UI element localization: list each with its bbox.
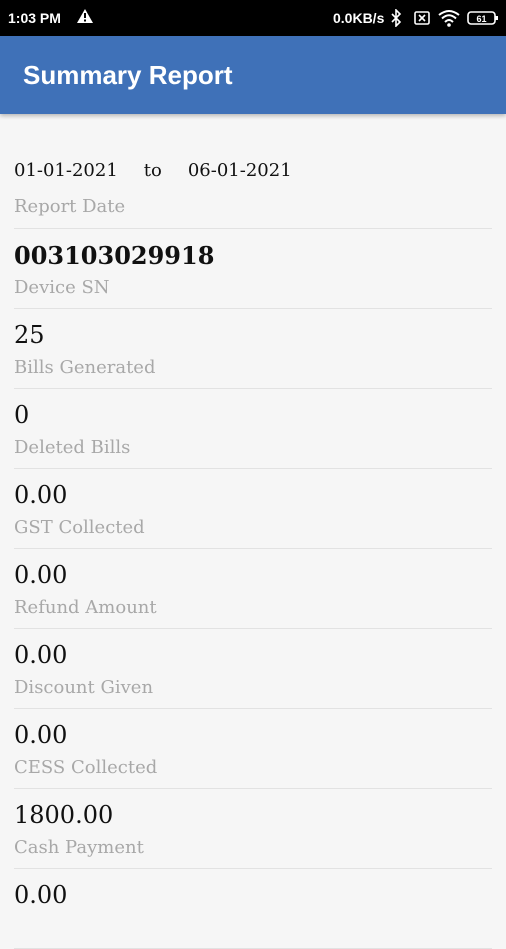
svg-text:61: 61 (476, 14, 486, 24)
device-sn-value: 003103029918 (14, 241, 215, 270)
report-date-label: Report Date (14, 196, 126, 217)
list-item: 0.00 Refund Amount (14, 549, 492, 629)
page-title: Summary Report (23, 60, 233, 90)
next-item-value: 0.00 (14, 881, 68, 909)
list-item: 0.00 Discount Given (14, 629, 492, 709)
deleted-bills-value: 0 (14, 401, 30, 429)
bills-generated-value: 25 (14, 321, 45, 349)
list-item: 25 Bills Generated (14, 309, 492, 389)
date-from: 01-01-2021 (14, 160, 118, 181)
status-time: 1:03 PM (8, 10, 61, 26)
list-item: 0 Deleted Bills (14, 389, 492, 469)
deleted-bills-label: Deleted Bills (14, 437, 131, 458)
cess-collected-label: CESS Collected (14, 757, 158, 778)
date-range: 01-01-2021 to 06-01-2021 (14, 160, 292, 181)
status-bar: 1:03 PM 0.0KB/s 61 (0, 0, 506, 36)
date-separator: to (143, 160, 162, 181)
list-item: 1800.00 Cash Payment (14, 789, 492, 869)
report-date-row: 01-01-2021 to 06-01-2021 Report Date (14, 114, 492, 229)
network-speed: 0.0KB/s (333, 10, 385, 26)
refund-amount-label: Refund Amount (14, 597, 157, 618)
list-item: 0.00 (14, 869, 492, 949)
bills-generated-label: Bills Generated (14, 357, 156, 378)
battery-icon: 61 (467, 9, 499, 30)
list-item: 0.00 GST Collected (14, 469, 492, 549)
gst-collected-label: GST Collected (14, 517, 145, 538)
bluetooth-icon (390, 8, 402, 30)
discount-given-label: Discount Given (14, 677, 154, 698)
report-list: 01-01-2021 to 06-01-2021 Report Date 00310… (0, 114, 506, 949)
no-sim-icon (413, 9, 431, 30)
app-bar: Summary Report (0, 36, 506, 114)
cash-payment-value: 1800.00 (14, 801, 114, 829)
device-sn-label: Device SN (14, 277, 110, 298)
cash-payment-label: Cash Payment (14, 837, 144, 858)
discount-given-value: 0.00 (14, 641, 68, 669)
warning-icon (76, 8, 94, 27)
date-to: 06-01-2021 (187, 160, 292, 181)
cess-collected-value: 0.00 (14, 721, 68, 749)
wifi-icon (438, 9, 460, 30)
refund-amount-value: 0.00 (14, 561, 68, 589)
list-item: 003103029918 Device SN (14, 229, 492, 309)
gst-collected-value: 0.00 (14, 481, 68, 509)
list-item: 0.00 CESS Collected (14, 709, 492, 789)
